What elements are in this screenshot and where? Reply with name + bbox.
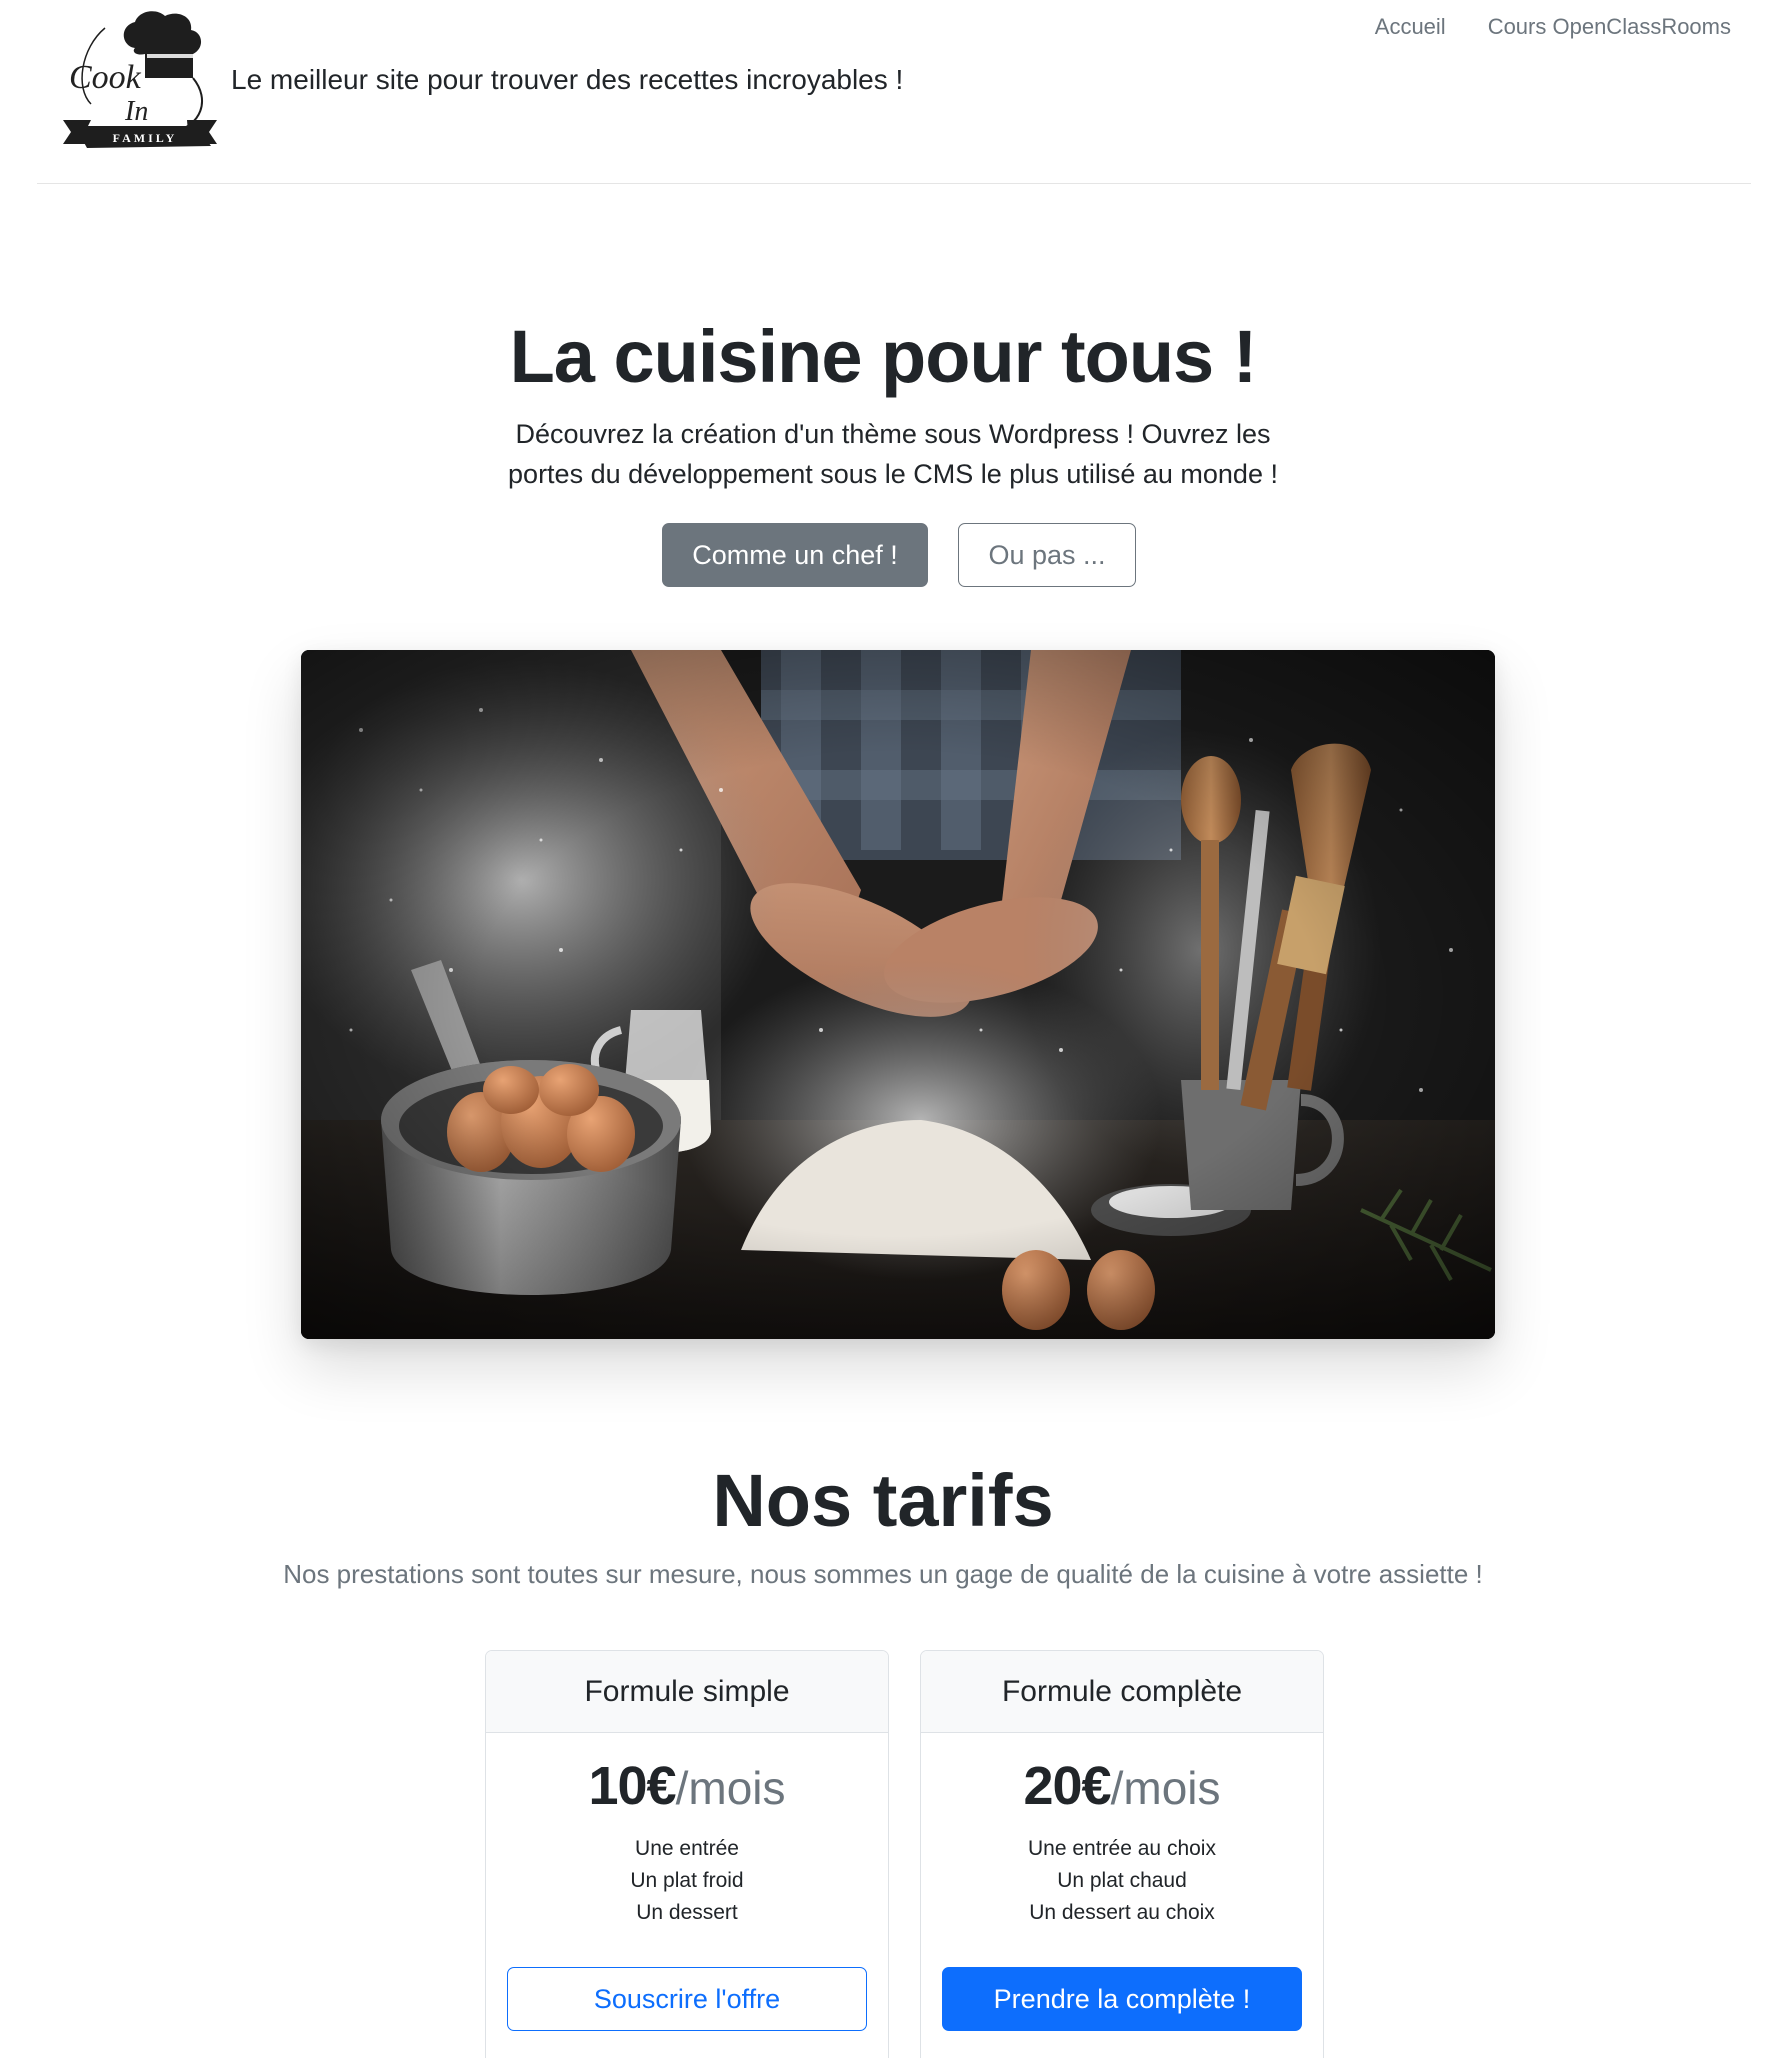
plan-price: 10€/mois: [486, 1755, 888, 1817]
feature-item: Un dessert: [636, 1901, 738, 1924]
site-header: Cook In FAMILY Le meilleur site pour tro…: [37, 0, 1751, 184]
nav-link-cours-openclassrooms[interactable]: Cours OpenClassRooms: [1488, 14, 1731, 40]
hero-title: La cuisine pour tous !: [509, 315, 1258, 398]
pricing-card-complete: Formule complète 20€/mois Une entrée au …: [920, 1650, 1324, 2058]
plan-features: Une entrée au choix Un plat chaud Un des…: [921, 1833, 1323, 1929]
svg-text:FAMILY: FAMILY: [113, 131, 178, 145]
price-amount: 10€: [588, 1756, 676, 1816]
hero-baking-photo: [301, 650, 1495, 1339]
prendre-complete-button[interactable]: Prendre la complète !: [942, 1967, 1302, 2031]
nav-link-accueil[interactable]: Accueil: [1375, 14, 1446, 40]
pricing-title: Nos tarifs: [712, 1459, 1054, 1542]
comme-un-chef-button[interactable]: Comme un chef !: [662, 523, 928, 587]
price-period: /mois: [1110, 1762, 1221, 1814]
feature-item: Un plat froid: [630, 1869, 744, 1892]
pricing-card-simple: Formule simple 10€/mois Une entrée Un pl…: [485, 1650, 889, 2058]
plan-price: 20€/mois: [921, 1755, 1323, 1817]
plan-name: Formule simple: [486, 1651, 888, 1733]
plan-name: Formule complète: [921, 1651, 1323, 1733]
souscrire-offre-button[interactable]: Souscrire l'offre: [507, 1967, 867, 2031]
price-period: /mois: [675, 1762, 786, 1814]
feature-item: Un plat chaud: [1057, 1869, 1187, 1892]
chef-hat-logo-icon: Cook In FAMILY: [63, 11, 217, 148]
plan-features: Une entrée Un plat froid Un dessert: [486, 1833, 888, 1929]
hero-lead: Découvrez la création d'un thème sous Wo…: [508, 419, 1278, 489]
feature-item: Un dessert au choix: [1029, 1901, 1215, 1924]
site-tagline: Le meilleur site pour trouver des recett…: [231, 64, 904, 95]
svg-text:In: In: [124, 96, 148, 127]
pricing-lead: Nos prestations sont toutes sur mesure, …: [283, 1559, 1483, 1589]
ou-pas-button[interactable]: Ou pas ...: [958, 523, 1136, 587]
cook-in-family-logo[interactable]: Cook In FAMILY: [61, 8, 219, 154]
baking-scene-image: [301, 650, 1495, 1339]
feature-item: Une entrée au choix: [1028, 1837, 1216, 1860]
svg-text:Cook: Cook: [69, 59, 142, 96]
feature-item: Une entrée: [635, 1837, 739, 1860]
price-amount: 20€: [1023, 1756, 1111, 1816]
main-nav: Accueil Cours OpenClassRooms: [1375, 14, 1731, 40]
